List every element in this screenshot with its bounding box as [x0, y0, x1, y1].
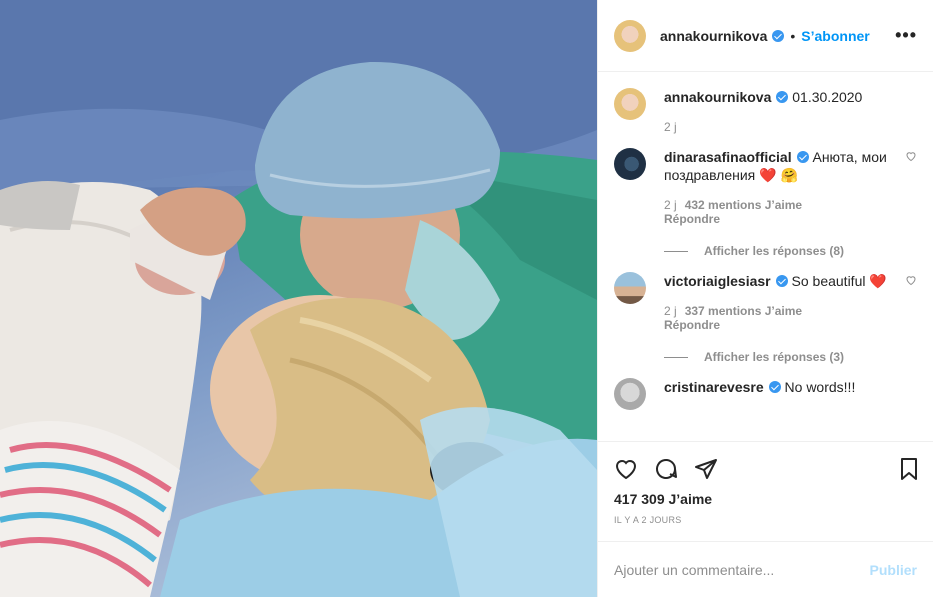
like-count[interactable]: 417 309 J’aime	[598, 487, 933, 507]
comment-input[interactable]	[614, 561, 870, 578]
save-bookmark-icon[interactable]	[897, 457, 921, 481]
like-heart-icon[interactable]	[614, 457, 638, 481]
like-comment-heart-icon[interactable]	[905, 274, 917, 286]
comment-avatar[interactable]	[614, 272, 646, 304]
post-timestamp[interactable]: IL Y A 2 JOURS	[598, 507, 933, 541]
comment-text: So beautiful ❤️	[791, 273, 887, 289]
comment-age[interactable]: 2 j	[664, 198, 677, 212]
show-replies-label: Afficher les réponses (8)	[704, 244, 845, 258]
caption-text: 01.30.2020	[792, 89, 863, 105]
photo-illustration	[0, 0, 597, 597]
show-replies-button[interactable]: Afficher les réponses (8)	[664, 244, 917, 258]
verified-icon	[768, 381, 781, 393]
comment-avatar[interactable]	[614, 148, 646, 180]
comment-likes[interactable]: 432 mentions J’aime	[685, 198, 802, 212]
comment: cristinarevesre No words!!!	[614, 378, 917, 410]
publish-button[interactable]: Publier	[870, 562, 917, 578]
comment-age[interactable]: 2 j	[664, 304, 677, 318]
comment-username[interactable]: cristinarevesre	[664, 379, 764, 395]
comment-username[interactable]: victoriaiglesiasr	[664, 273, 771, 289]
verified-icon	[772, 29, 785, 42]
caption-avatar[interactable]	[614, 88, 646, 120]
reply-button[interactable]: Répondre	[664, 318, 890, 332]
share-icon[interactable]	[694, 457, 718, 481]
more-options-icon[interactable]: •••	[895, 25, 917, 46]
author-avatar[interactable]	[614, 19, 646, 52]
verified-icon	[776, 91, 789, 103]
verified-icon	[775, 275, 788, 287]
follow-button[interactable]: S’abonner	[801, 28, 869, 44]
show-replies-label: Afficher les réponses (3)	[704, 350, 845, 364]
post-header: annakournikova • S’abonner •••	[598, 0, 933, 72]
comment: dinarasafinaofficial Анюта, мои поздравл…	[614, 148, 917, 226]
action-bar	[598, 441, 933, 487]
caption: annakournikova 01.30.2020 2 j	[614, 88, 917, 134]
comments-list[interactable]: annakournikova 01.30.2020 2 j dinarasafi…	[598, 72, 933, 441]
author-username[interactable]: annakournikova	[660, 28, 767, 44]
replies-divider	[664, 250, 688, 252]
comment-avatar[interactable]	[614, 378, 646, 410]
comment-username[interactable]: dinarasafinaofficial	[664, 149, 792, 165]
comment-text: No words!!!	[784, 379, 856, 395]
comment-likes[interactable]: 337 mentions J’aime	[685, 304, 802, 318]
caption-age: 2 j	[664, 120, 677, 134]
post-sidebar: annakournikova • S’abonner ••• annakourn…	[597, 0, 933, 597]
comment-composer: Publier	[598, 541, 933, 597]
replies-divider	[664, 356, 688, 358]
separator-dot: •	[790, 27, 796, 44]
post-photo[interactable]	[0, 0, 597, 597]
verified-icon	[796, 151, 809, 163]
comment: victoriaiglesiasr So beautiful ❤️ 2 j 337…	[614, 272, 917, 332]
reply-button[interactable]: Répondre	[664, 212, 890, 226]
show-replies-button[interactable]: Afficher les réponses (3)	[664, 350, 917, 364]
comment-icon[interactable]	[654, 457, 678, 481]
caption-username[interactable]: annakournikova	[664, 89, 771, 105]
like-comment-heart-icon[interactable]	[905, 150, 917, 162]
